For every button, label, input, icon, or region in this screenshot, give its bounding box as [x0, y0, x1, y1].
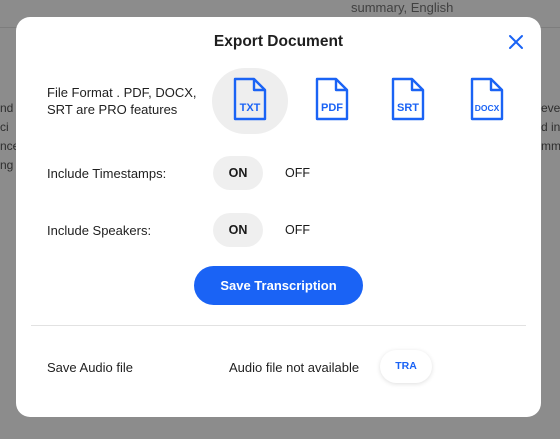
file-srt-icon: SRT	[391, 77, 425, 121]
file-format-label: File Format . PDF, DOCX, SRT are PRO fea…	[47, 85, 197, 117]
format-option-txt[interactable]: TXT	[212, 68, 288, 134]
speakers-on-button[interactable]: ON	[213, 213, 263, 247]
timestamps-on-button[interactable]: ON	[213, 156, 263, 190]
dialog-title: Export Document	[213, 33, 344, 50]
audio-status-text: Audio file not available	[229, 360, 360, 375]
file-txt-icon: TXT	[233, 77, 267, 121]
speakers-off-button[interactable]: OFF	[285, 213, 325, 247]
divider	[31, 325, 526, 326]
file-pdf-icon: PDF	[315, 77, 349, 121]
export-dialog: Export Document File Format . PDF, DOCX,…	[16, 17, 541, 417]
format-option-label: PDF	[321, 102, 343, 114]
include-timestamps-label: Include Timestamps:	[47, 166, 167, 181]
save-audio-label: Save Audio file	[47, 360, 134, 375]
file-docx-icon: DOCX	[470, 77, 504, 121]
format-option-srt[interactable]: SRT	[370, 68, 446, 134]
format-option-pdf[interactable]: PDF	[294, 68, 370, 134]
format-option-label: SRT	[397, 102, 419, 114]
format-option-docx[interactable]: DOCX	[449, 68, 525, 134]
include-speakers-label: Include Speakers:	[47, 223, 152, 238]
timestamps-off-button[interactable]: OFF	[285, 156, 325, 190]
format-option-label: TXT	[240, 102, 261, 114]
save-transcription-button[interactable]: Save Transcription	[194, 266, 363, 305]
close-icon[interactable]	[507, 33, 525, 51]
audio-tra-button[interactable]: TRA	[380, 350, 432, 383]
format-option-label: DOCX	[475, 103, 500, 113]
